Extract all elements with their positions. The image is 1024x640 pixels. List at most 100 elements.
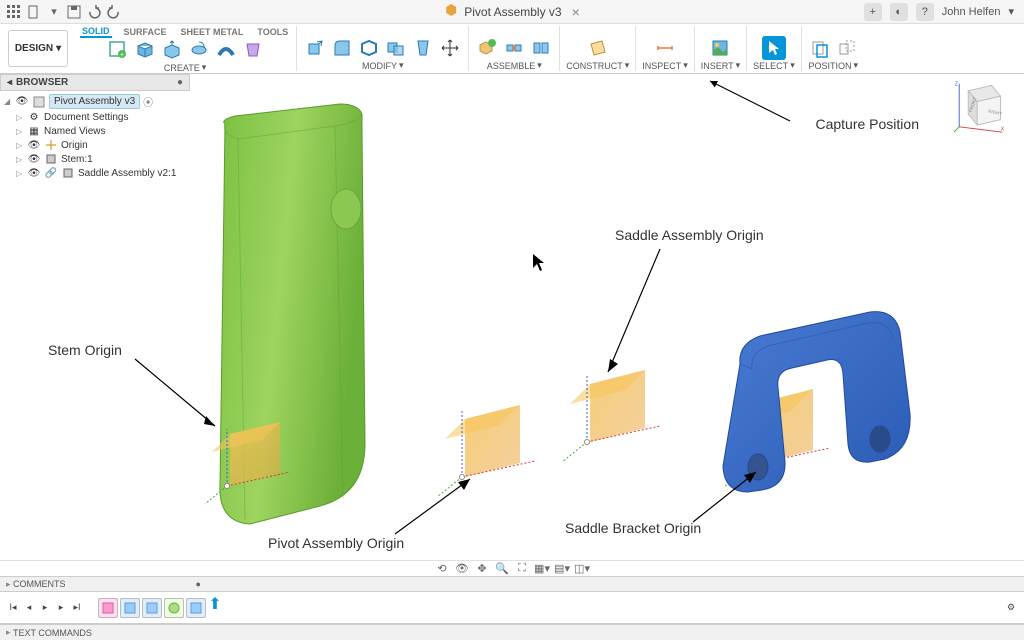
tab-solid[interactable]: SOLID [80, 26, 112, 38]
press-pull-icon[interactable] [303, 36, 327, 60]
tree-item[interactable]: ▷ 👁 🔗 Saddle Assembly v2:1 [0, 166, 190, 180]
timeline-feature[interactable] [120, 598, 140, 618]
timeline-feature[interactable] [98, 598, 118, 618]
pan-icon[interactable]: ✥ [475, 562, 489, 576]
ribbon-group-insert: INSERT▾ [695, 26, 747, 71]
visibility-icon[interactable]: 👁 [27, 153, 41, 165]
pin-icon[interactable]: ● [196, 579, 201, 589]
box-icon[interactable] [133, 38, 157, 62]
view-cube[interactable]: FRONT RIGHT Z X [952, 80, 1006, 134]
orbit-icon[interactable]: ⟲ [435, 562, 449, 576]
settings-icon[interactable]: ⚙ [1004, 601, 1018, 615]
visibility-icon[interactable]: 👁 [27, 139, 41, 151]
new-tab-button[interactable]: + [864, 3, 882, 21]
views-icon: ▦ [27, 125, 41, 137]
text-commands-bar[interactable]: ▸ TEXT COMMANDS [0, 624, 1024, 640]
visibility-icon[interactable]: 👁 [15, 96, 29, 108]
expand-icon[interactable]: ▷ [16, 127, 24, 136]
pin-icon[interactable]: ● [177, 77, 183, 88]
new-component-icon[interactable] [475, 36, 499, 60]
sweep-icon[interactable] [214, 38, 238, 62]
new-sketch-icon[interactable]: + [106, 38, 130, 62]
browser-panel: ◂ BROWSER ● ◢ 👁 Pivot Assembly v3 ⦿ ▷ ⚙ … [0, 74, 190, 182]
tab-surface[interactable]: SURFACE [122, 27, 169, 37]
timeline-fwd-icon[interactable]: ▸ [54, 601, 68, 615]
viewport-icon[interactable]: ◫▾ [575, 562, 589, 576]
user-dropdown-icon[interactable]: ▾ [1008, 5, 1014, 18]
redo-icon[interactable] [106, 4, 122, 20]
as-built-joint-icon[interactable] [529, 36, 553, 60]
expand-icon[interactable]: ▷ [16, 155, 24, 164]
timeline-play-icon[interactable]: ▸ [38, 601, 52, 615]
capture-position-icon[interactable] [808, 36, 832, 60]
tree-item[interactable]: ▷ 👁 Stem:1 [0, 152, 190, 166]
draft-icon[interactable] [411, 36, 435, 60]
extensions-icon[interactable]: ◐ [890, 3, 908, 21]
joint-icon[interactable] [502, 36, 526, 60]
help-icon[interactable]: ? [916, 3, 934, 21]
timeline-feature[interactable] [164, 598, 184, 618]
visibility-icon[interactable]: 👁 [27, 167, 41, 179]
browser-tree: ◢ 👁 Pivot Assembly v3 ⦿ ▷ ⚙ Document Set… [0, 91, 190, 182]
select-icon[interactable] [762, 36, 786, 60]
fit-icon[interactable]: ⛶ [515, 562, 529, 576]
tree-item[interactable]: ▷ 👁 Origin [0, 138, 190, 152]
timeline-marker-icon[interactable]: ⬆ [208, 597, 222, 611]
timeline-back-icon[interactable]: ◂ [22, 601, 36, 615]
tree-label: Saddle Assembly v2:1 [78, 168, 176, 179]
close-tab-icon[interactable]: × [572, 4, 580, 20]
assemble-label[interactable]: ASSEMBLE [487, 61, 536, 71]
position-label[interactable]: POSITION [808, 61, 851, 71]
undo-icon[interactable] [86, 4, 102, 20]
expand-icon[interactable]: ▷ [16, 141, 24, 150]
revolve-icon[interactable] [187, 38, 211, 62]
apps-icon[interactable] [6, 4, 22, 20]
doc-title-text: Pivot Assembly v3 [464, 5, 561, 19]
file-icon[interactable] [26, 4, 42, 20]
titlebar-right: + ◐ ? John Helfen ▾ [864, 3, 1024, 21]
expand-icon[interactable]: ▷ [16, 169, 24, 178]
extrude-icon[interactable] [160, 38, 184, 62]
move-icon[interactable] [438, 36, 462, 60]
tree-item[interactable]: ▷ ⚙ Document Settings [0, 110, 190, 124]
save-icon[interactable] [66, 4, 82, 20]
fillet-icon[interactable] [330, 36, 354, 60]
loft-icon[interactable] [241, 38, 265, 62]
construct-label[interactable]: CONSTRUCT [566, 61, 623, 71]
svg-text:Z: Z [955, 81, 959, 87]
zoom-icon[interactable]: 🔍 [495, 562, 509, 576]
revert-position-icon[interactable] [835, 36, 859, 60]
insert-icon[interactable] [708, 36, 732, 60]
viewport[interactable]: ◂ BROWSER ● ◢ 👁 Pivot Assembly v3 ⦿ ▷ ⚙ … [0, 74, 1024, 560]
tab-sheet-metal[interactable]: SHEET METAL [179, 27, 246, 37]
shell-icon[interactable] [357, 36, 381, 60]
look-icon[interactable]: 👁 [455, 562, 469, 576]
select-label[interactable]: SELECT [753, 61, 788, 71]
browser-collapse-icon[interactable]: ◂ [7, 77, 12, 88]
measure-icon[interactable] [653, 36, 677, 60]
browser-header[interactable]: ◂ BROWSER ● [0, 74, 190, 91]
insert-label[interactable]: INSERT [701, 61, 734, 71]
timeline-start-icon[interactable]: I◂ [6, 601, 20, 615]
workspace-switcher[interactable]: DESIGN▾ [8, 30, 68, 67]
expand-icon[interactable]: ▷ [16, 113, 24, 122]
inspect-label[interactable]: INSPECT [642, 61, 681, 71]
create-label[interactable]: CREATE [164, 63, 200, 73]
component-icon [61, 167, 75, 179]
comments-bar[interactable]: ▸ COMMENTS ● [0, 576, 1024, 592]
timeline-feature[interactable] [186, 598, 206, 618]
grid-icon[interactable]: ▤▾ [555, 562, 569, 576]
modify-label[interactable]: MODIFY [362, 61, 397, 71]
user-name[interactable]: John Helfen [942, 6, 1001, 18]
display-icon[interactable]: ▦▾ [535, 562, 549, 576]
tab-tools[interactable]: TOOLS [255, 27, 290, 37]
timeline-end-icon[interactable]: ▸I [70, 601, 84, 615]
timeline-feature[interactable] [142, 598, 162, 618]
dropdown-icon[interactable]: ▾ [46, 4, 62, 20]
tree-root[interactable]: ◢ 👁 Pivot Assembly v3 ⦿ [0, 93, 190, 110]
annotation-saddle-asm-origin: Saddle Assembly Origin [615, 227, 764, 243]
combine-icon[interactable] [384, 36, 408, 60]
tree-item[interactable]: ▷ ▦ Named Views [0, 124, 190, 138]
plane-icon[interactable] [586, 36, 610, 60]
expand-icon[interactable]: ◢ [4, 97, 12, 106]
